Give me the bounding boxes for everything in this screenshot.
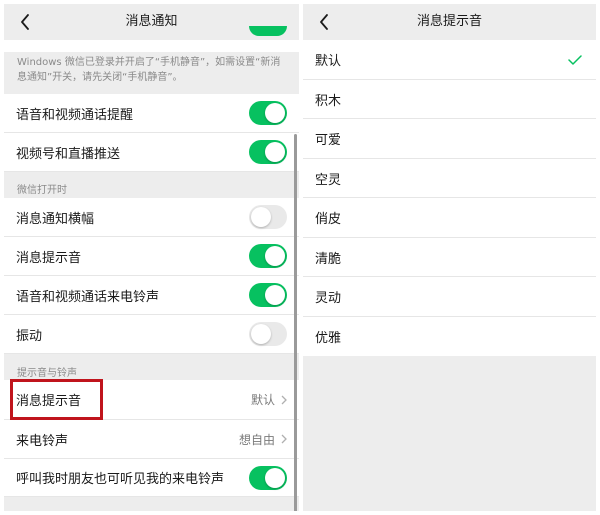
partial-toggle[interactable]: [249, 26, 287, 36]
friend-hear-ringtone-toggle[interactable]: [249, 466, 287, 490]
annotation-highlight-box: [10, 379, 103, 420]
call-ringtone-toggle[interactable]: [249, 283, 287, 307]
chevron-right-icon: [281, 395, 287, 404]
back-arrow-icon[interactable]: [12, 8, 38, 36]
page-title: 消息提示音: [416, 14, 482, 29]
tone-option[interactable]: 空灵: [303, 159, 596, 198]
channels-push-toggle[interactable]: [249, 140, 287, 164]
chevron-right-icon: [281, 434, 287, 444]
scrollbar[interactable]: [294, 134, 297, 511]
checkmark-icon: [568, 40, 582, 79]
tone-option[interactable]: 可爱: [303, 119, 596, 159]
tone-option[interactable]: 优雅: [303, 317, 596, 356]
message-tone-value: 默认: [250, 393, 275, 407]
notification-settings-screen: 消息通知 Windows 微信已登录并开启了“手机静音”，如需设置“新消息通知”…: [4, 4, 299, 511]
tone-option[interactable]: 清脆: [303, 238, 596, 277]
ringtone-value: 想自由: [238, 432, 275, 447]
message-sound-toggle[interactable]: [249, 244, 287, 268]
partial-row: [4, 40, 299, 52]
call-reminder-toggle[interactable]: [249, 101, 287, 125]
nav-bar: 消息提示音: [303, 4, 596, 40]
section-header-when-open: 微信打开时: [17, 185, 67, 196]
banner-toggle[interactable]: [249, 205, 287, 229]
tone-option[interactable]: 积木: [303, 80, 596, 119]
tone-option[interactable]: 俏皮: [303, 198, 596, 238]
back-arrow-icon[interactable]: [311, 8, 337, 36]
notice-text: Windows 微信已登录并开启了“手机静音”，如需设置“新消息通知”开关，请先…: [17, 57, 281, 83]
section-header-sounds: 提示音与铃声: [17, 368, 77, 379]
vibrate-toggle[interactable]: [249, 322, 287, 346]
tone-option[interactable]: 默认: [303, 40, 596, 80]
tone-option[interactable]: 灵动: [303, 277, 596, 317]
row-ringtone[interactable]: 来电铃声 想自由: [4, 420, 299, 459]
message-tone-screen: 消息提示音 默认 积木 可爱 空灵 俏皮 清脆 灵动 优雅: [303, 4, 596, 511]
